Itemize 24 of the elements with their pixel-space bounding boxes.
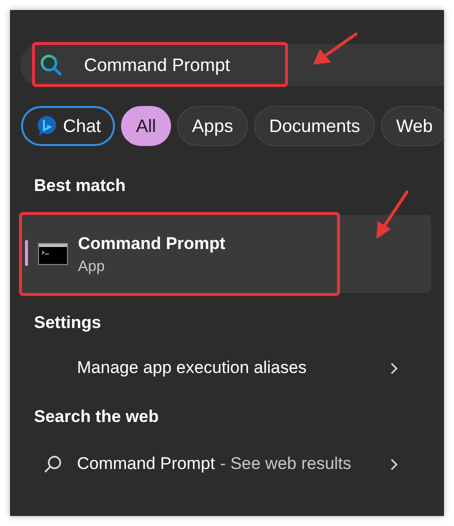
chevron-icon bbox=[390, 362, 398, 374]
result-item[interactable]: Command Prompt App bbox=[20, 215, 431, 293]
filter-chip[interactable]: Web bbox=[381, 106, 444, 146]
section-heading: Settings bbox=[34, 313, 102, 333]
search-icon bbox=[44, 455, 62, 473]
filter-chip[interactable]: Documents bbox=[254, 106, 376, 146]
selection-indicator bbox=[25, 240, 28, 266]
annotation-arrow bbox=[312, 32, 358, 66]
chat-chip[interactable]: Chat bbox=[21, 106, 116, 146]
terminal-icon bbox=[38, 243, 68, 265]
section-heading: Best match bbox=[34, 176, 127, 196]
chat-bubble-icon bbox=[37, 115, 57, 137]
web-search-item[interactable]: Command Prompt - See web results bbox=[20, 449, 420, 479]
settings-item[interactable]: Manage app execution aliases bbox=[20, 353, 420, 383]
result-title: Command Prompt bbox=[78, 234, 226, 254]
result-type: App bbox=[78, 258, 106, 274]
search-field[interactable]: Command Prompt bbox=[20, 44, 444, 86]
annotation-arrow bbox=[374, 190, 410, 240]
filter-chip[interactable]: All bbox=[121, 106, 172, 146]
filter-chip[interactable]: Apps bbox=[177, 106, 248, 146]
section-heading: Search the web bbox=[34, 407, 160, 427]
web-results-text: - See web results bbox=[220, 454, 352, 474]
chevron-icon bbox=[390, 458, 398, 470]
query-text: Command Prompt bbox=[77, 454, 215, 474]
